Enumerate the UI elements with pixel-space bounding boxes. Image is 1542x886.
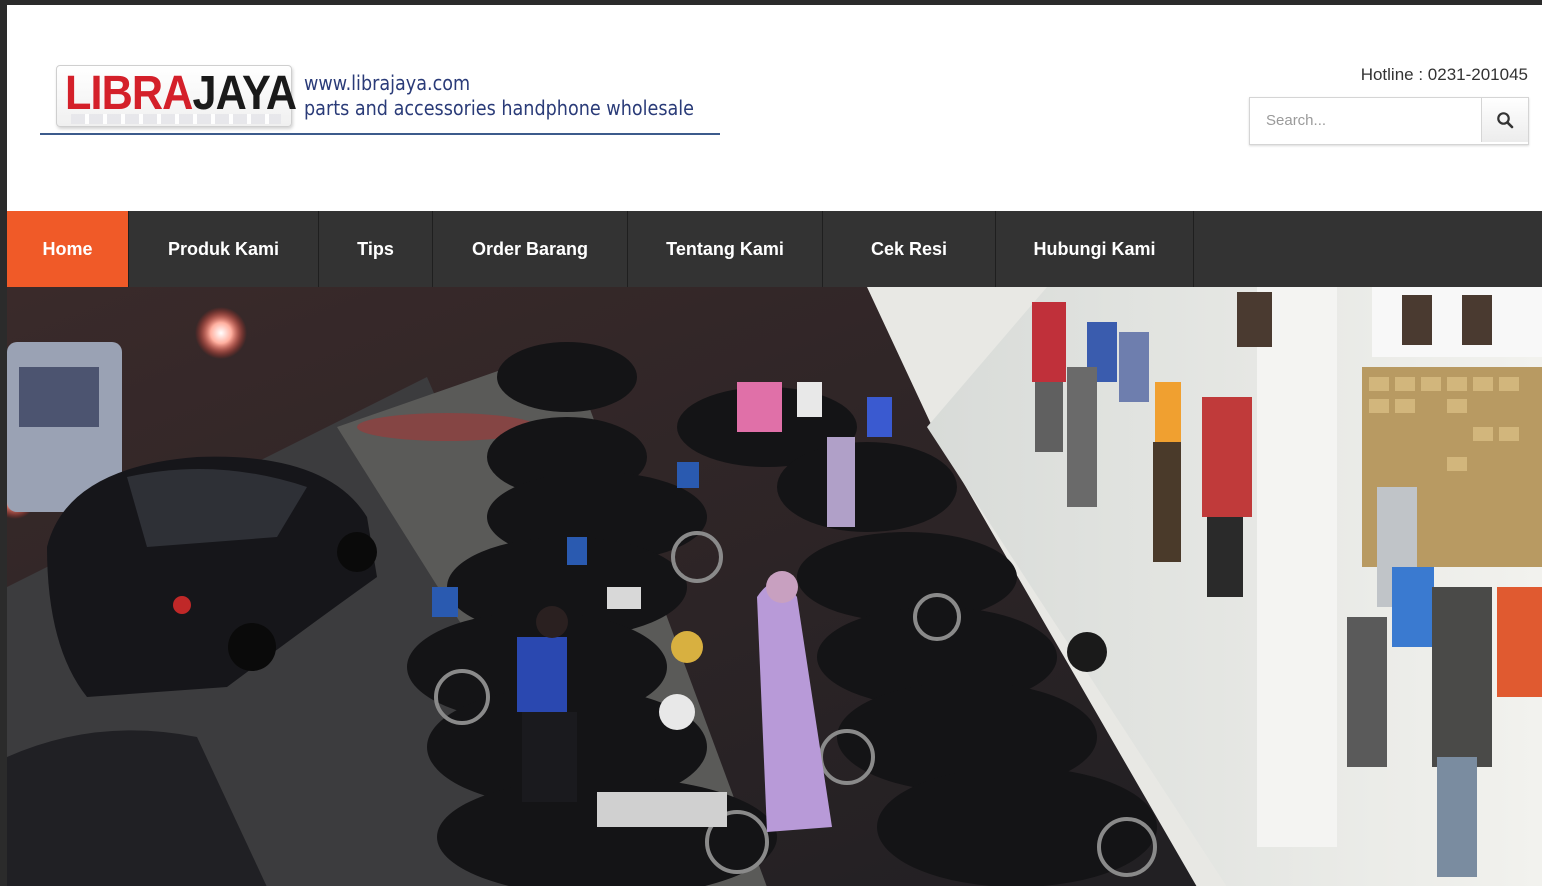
logo-badge: LIBRAJAYA <box>56 65 297 127</box>
nav-item-order-barang[interactable]: Order Barang <box>433 211 628 287</box>
logo-tagline-block: www.librajaya.com parts and accessories … <box>304 71 694 121</box>
storefront-photo <box>7 287 1542 886</box>
logo-tagline: parts and accessories handphone wholesal… <box>304 96 695 120</box>
logo-website: www.librajaya.com <box>304 71 471 95</box>
nav-item-hubungi-kami[interactable]: Hubungi Kami <box>996 211 1194 287</box>
page: LIBRAJAYA www.librajaya.com parts and ac… <box>7 5 1542 886</box>
nav-item-tips[interactable]: Tips <box>319 211 433 287</box>
search-input[interactable] <box>1250 98 1481 142</box>
logo-underline <box>40 133 720 135</box>
site-header: LIBRAJAYA www.librajaya.com parts and ac… <box>7 5 1542 211</box>
main-nav: Home Produk Kami Tips Order Barang Tenta… <box>7 211 1542 287</box>
logo-reflection <box>71 114 281 124</box>
nav-item-cek-resi[interactable]: Cek Resi <box>823 211 996 287</box>
search-icon <box>1497 112 1514 129</box>
logo-brand-part2: JAYA <box>192 67 297 120</box>
nav-item-produk-kami[interactable]: Produk Kami <box>129 211 319 287</box>
logo-wordmark: LIBRAJAYA <box>65 67 297 120</box>
logo-brand-part1: LIBRA <box>65 67 193 120</box>
nav-item-home[interactable]: Home <box>7 211 129 287</box>
search-box <box>1249 97 1529 145</box>
nav-item-tentang-kami[interactable]: Tentang Kami <box>628 211 823 287</box>
site-logo[interactable]: LIBRAJAYA www.librajaya.com parts and ac… <box>40 63 720 135</box>
search-button[interactable] <box>1481 98 1528 142</box>
hero-banner <box>7 287 1542 886</box>
hotline-text: Hotline : 0231-201045 <box>1360 65 1528 84</box>
